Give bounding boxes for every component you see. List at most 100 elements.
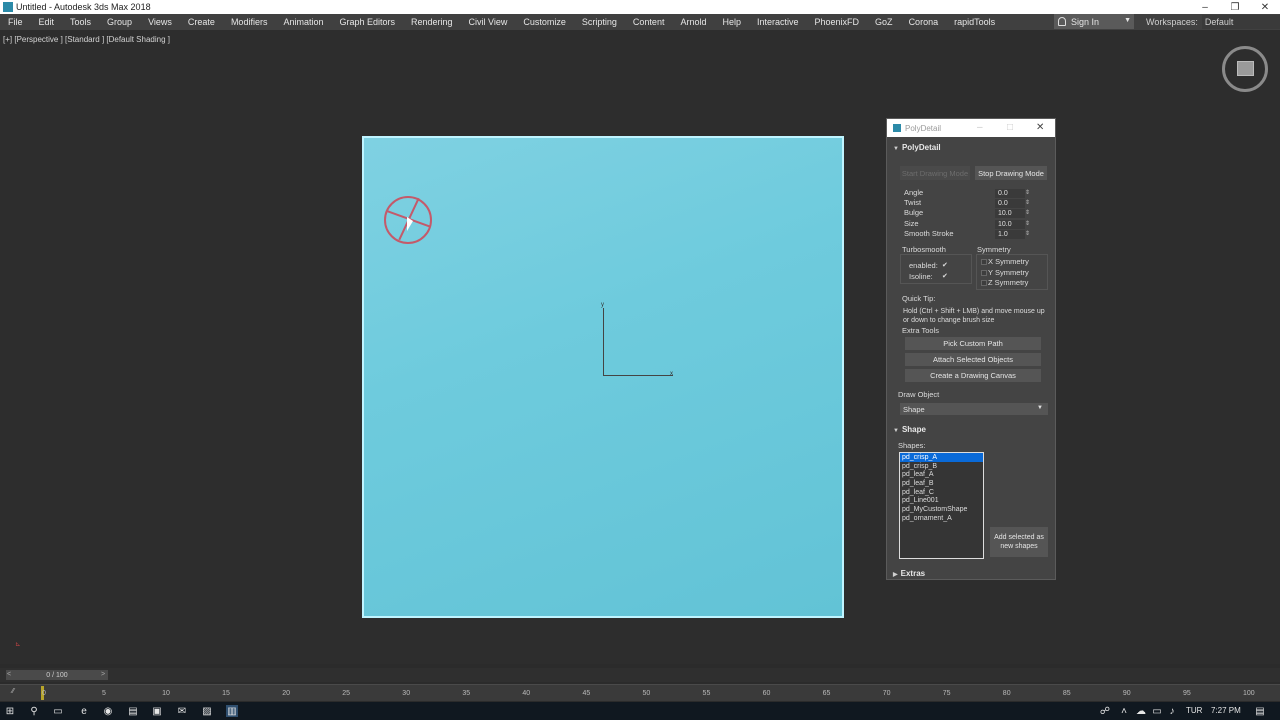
menu-content[interactable]: Content [625,17,673,27]
enabled-checkbox[interactable]: ✔ [942,261,948,269]
people-icon[interactable]: ☍ [1099,705,1111,717]
menu-scripting[interactable]: Scripting [574,17,625,27]
menu-rendering[interactable]: Rendering [403,17,461,27]
mail-icon[interactable]: ✉ [176,705,188,717]
bulge-spinner[interactable]: 10.0 ⇕ [995,209,1030,218]
spinner-arrows-icon[interactable]: ⇕ [1025,199,1030,206]
smooth-stroke-spinner[interactable]: 1.0 ⇕ [995,230,1030,239]
isoline-checkbox[interactable]: ✔ [942,272,948,280]
y-symmetry-checkbox[interactable] [981,270,987,276]
add-selected-as-new-shapes-button[interactable]: Add selected as new shapes [990,527,1048,557]
viewcube-box[interactable] [1237,61,1254,76]
turbosmooth-label: Turbosmooth [902,245,946,254]
draw-object-label: Draw Object [898,390,940,399]
twist-spinner[interactable]: 0.0 ⇕ [995,199,1030,208]
spinner-arrows-icon[interactable]: ⇕ [1025,230,1030,237]
list-item[interactable]: pd_leaf_B [900,479,983,488]
list-item[interactable]: pd_Line001 [900,496,983,505]
menu-file[interactable]: File [0,17,31,27]
close-button[interactable]: ✕ [1250,0,1280,14]
battery-icon[interactable]: ▭ [1151,705,1163,717]
network-icon[interactable]: ☁ [1135,705,1147,717]
rollout-polydetail[interactable]: ▼ PolyDetail [893,143,941,152]
list-item[interactable]: pd_crisp_A [900,453,983,462]
menu-interactive[interactable]: Interactive [749,17,807,27]
file-explorer-icon[interactable]: ▤ [127,705,139,717]
timeline-tick-label: 60 [762,690,771,697]
menu-customize[interactable]: Customize [515,17,574,27]
menu-civil-view[interactable]: Civil View [461,17,516,27]
stop-drawing-mode-button[interactable]: Stop Drawing Mode [975,166,1047,180]
menu-graph-editors[interactable]: Graph Editors [331,17,403,27]
draw-object-dropdown[interactable]: Shape ▼ [900,403,1048,415]
z-symmetry-checkbox[interactable] [981,280,987,286]
panel-maximize-button[interactable]: □ [1007,122,1013,133]
trackbar-filter-icon[interactable]: ⁄⁄ [12,688,14,695]
tray-chevron-up-icon[interactable]: ˄ [1118,705,1130,717]
menu-arnold[interactable]: Arnold [672,17,714,27]
menu-modifiers[interactable]: Modifiers [223,17,276,27]
timeline-tick-label: 15 [222,690,230,697]
menu-group[interactable]: Group [99,17,140,27]
time-slider[interactable]: 0 / 100 [6,670,108,680]
chrome-icon[interactable]: ◉ [102,705,114,717]
spinner-arrows-icon[interactable]: ⇕ [1025,189,1030,196]
workspaces-label: Workspaces: [1146,16,1198,27]
menu-views[interactable]: Views [140,17,180,27]
spinner-arrows-icon[interactable]: ⇕ [1025,220,1030,227]
list-item[interactable]: pd_crisp_B [900,462,983,471]
menu-tools[interactable]: Tools [62,17,99,27]
list-item[interactable]: pd_leaf_C [900,488,983,497]
menu-goz[interactable]: GoZ [867,17,901,27]
menu-help[interactable]: Help [714,17,749,27]
search-icon[interactable]: ⚲ [28,705,40,717]
trackbar[interactable] [0,684,1280,701]
panel-titlebar[interactable]: PolyDetail – □ ✕ [887,119,1055,137]
workspaces-dropdown[interactable]: Default [1201,14,1280,29]
pick-custom-path-button[interactable]: Pick Custom Path [905,337,1041,350]
drawing-canvas-plane[interactable] [362,136,844,618]
minimize-button[interactable]: – [1190,0,1220,14]
list-item[interactable]: pd_leaf_A [900,470,983,479]
menu-phoenixfd[interactable]: PhoenixFD [807,17,868,27]
sign-in-dropdown[interactable]: Sign In ▼ [1054,14,1134,29]
rollout-extras[interactable]: ▶ Extras [893,569,925,578]
input-language[interactable]: TUR [1186,706,1202,715]
x-symmetry-checkbox[interactable] [981,259,987,265]
notifications-icon[interactable]: ▤ [1254,705,1266,717]
app-icon-taskbar[interactable]: ▨ [201,705,213,717]
restore-button[interactable]: ❐ [1220,0,1250,14]
menu-edit[interactable]: Edit [31,17,63,27]
spinner-arrows-icon[interactable]: ⇕ [1025,209,1030,216]
store-icon[interactable]: ▣ [151,705,163,717]
angle-spinner[interactable]: 0.0 ⇕ [995,189,1030,198]
create-drawing-canvas-button[interactable]: Create a Drawing Canvas [905,369,1041,382]
volume-icon[interactable]: ♪ [1166,705,1178,717]
transform-gizmo-x[interactable] [603,375,673,376]
time-slider-prev-button[interactable]: < [7,671,11,678]
system-clock[interactable]: 7:27 PM [1211,706,1241,715]
chevron-down-icon: ▼ [1124,17,1131,24]
start-drawing-mode-button[interactable]: Start Drawing Mode [900,166,970,180]
viewport-label[interactable]: [+] [Perspective ] [Standard ] [Default … [3,35,170,44]
menu-animation[interactable]: Animation [275,17,331,27]
panel-minimize-button[interactable]: – [977,122,983,133]
3dsmax-taskbar-icon[interactable]: ▥ [226,705,238,717]
panel-close-button[interactable]: ✕ [1036,122,1044,133]
task-view-icon[interactable]: ▭ [52,705,64,717]
windows-start-icon[interactable]: ⊞ [4,705,16,717]
rollout-shape[interactable]: ▼ Shape [893,425,926,434]
list-item[interactable]: pd_ornament_A [900,514,983,523]
transform-gizmo-y[interactable] [603,308,604,376]
menu-create[interactable]: Create [180,17,223,27]
shapes-listbox[interactable]: pd_crisp_A pd_crisp_B pd_leaf_A pd_leaf_… [899,452,984,559]
timeline-tick-label: 35 [462,690,471,697]
menu-corona[interactable]: Corona [901,17,947,27]
size-spinner[interactable]: 10.0 ⇕ [995,220,1030,229]
attach-selected-objects-button[interactable]: Attach Selected Objects [905,353,1041,366]
time-slider-next-button[interactable]: > [101,671,105,678]
menu-rapidtools[interactable]: rapidTools [946,17,1003,27]
edge-browser-icon[interactable]: e [78,705,90,717]
list-item[interactable]: pd_MyCustomShape [900,505,983,514]
viewcube-icon[interactable] [1222,46,1268,92]
